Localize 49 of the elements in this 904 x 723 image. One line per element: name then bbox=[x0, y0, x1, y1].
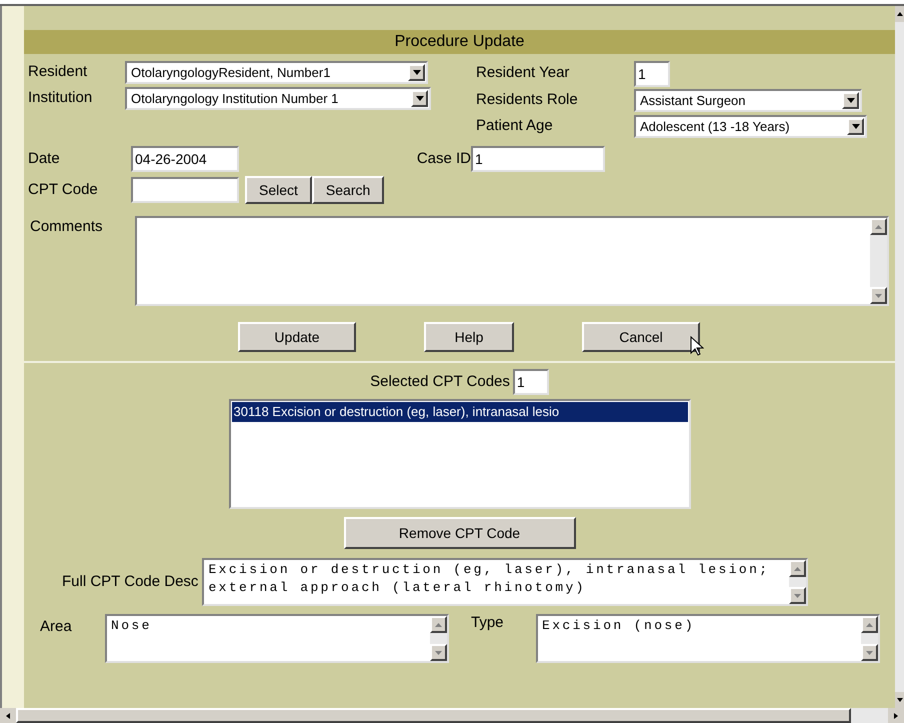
field-label: Patient Age bbox=[476, 116, 554, 136]
institution-select[interactable]: Otolaryngology Institution Number 1 bbox=[125, 87, 431, 110]
scroll-down-icon[interactable] bbox=[870, 287, 887, 304]
field-label: Type bbox=[471, 613, 505, 633]
type-field[interactable]: Excision (nose) bbox=[536, 614, 880, 663]
field-label: Selected CPT Codes bbox=[370, 372, 510, 392]
horizontal-scrollbar-thumb[interactable] bbox=[16, 708, 851, 723]
scroll-left-icon[interactable] bbox=[0, 708, 16, 723]
scroll-down-icon[interactable] bbox=[430, 644, 447, 661]
field-label: Case ID bbox=[416, 148, 471, 169]
field-label: Full CPT Code Desc bbox=[62, 572, 198, 592]
scroll-up-icon[interactable] bbox=[861, 616, 878, 633]
field-label: Area bbox=[40, 617, 73, 637]
form-button[interactable]: Search bbox=[312, 176, 384, 204]
field-label: Resident Year bbox=[476, 63, 570, 84]
residents-role-select[interactable]: Assistant Surgeon bbox=[634, 89, 862, 112]
resident-year-field[interactable]: 1 bbox=[634, 60, 670, 86]
selected-codes-list[interactable]: 30118 Excision or destruction (eg, laser), intranasal lesio bbox=[228, 399, 690, 509]
remove-cpt-code-button[interactable]: Remove CPT Code bbox=[344, 517, 576, 549]
form-header: Procedure Update bbox=[24, 30, 895, 54]
scroll-right-icon[interactable] bbox=[888, 708, 904, 723]
patient-age-select[interactable]: Adolescent (13 -18 Years) bbox=[634, 115, 867, 138]
field-label: Comments bbox=[30, 217, 104, 237]
form-button[interactable]: Update bbox=[238, 322, 356, 352]
cpt-code-field[interactable] bbox=[131, 177, 239, 203]
scroll-down-icon[interactable] bbox=[861, 644, 878, 661]
case-id-field[interactable]: 1 bbox=[471, 146, 605, 172]
scroll-up-icon[interactable] bbox=[789, 560, 806, 577]
full-description-field[interactable]: Excision or destruction (eg, laser), intranasal lesion; external approach (lateral rhinotomy) bbox=[202, 558, 808, 606]
date-field[interactable]: 04-26-2004 bbox=[131, 146, 239, 172]
field-label: Residents Role bbox=[476, 90, 579, 110]
area-field[interactable]: Nose bbox=[105, 614, 449, 663]
comments-field[interactable] bbox=[135, 216, 889, 306]
resident-select[interactable]: OtolaryngologyResident, Number1 bbox=[125, 61, 428, 84]
form-button[interactable]: Cancel bbox=[582, 322, 700, 352]
scroll-up-icon[interactable] bbox=[895, 6, 904, 22]
field-label: Institution bbox=[28, 88, 94, 108]
form-button[interactable]: Select bbox=[245, 176, 312, 204]
code-count-field[interactable]: 1 bbox=[512, 369, 549, 395]
scroll-up-icon[interactable] bbox=[430, 616, 447, 633]
field-label: CPT Code bbox=[28, 180, 99, 200]
scroll-down-icon[interactable] bbox=[895, 692, 904, 708]
list-item[interactable]: 30118 Excision or destruction (eg, laser), intranasal lesio bbox=[232, 402, 688, 422]
scroll-up-icon[interactable] bbox=[870, 218, 887, 235]
scroll-down-icon[interactable] bbox=[789, 587, 806, 604]
form-button[interactable]: Help bbox=[424, 322, 514, 352]
field-label: Resident bbox=[28, 62, 88, 82]
mouse-pointer-icon bbox=[690, 336, 704, 356]
field-label: Date bbox=[28, 148, 61, 169]
